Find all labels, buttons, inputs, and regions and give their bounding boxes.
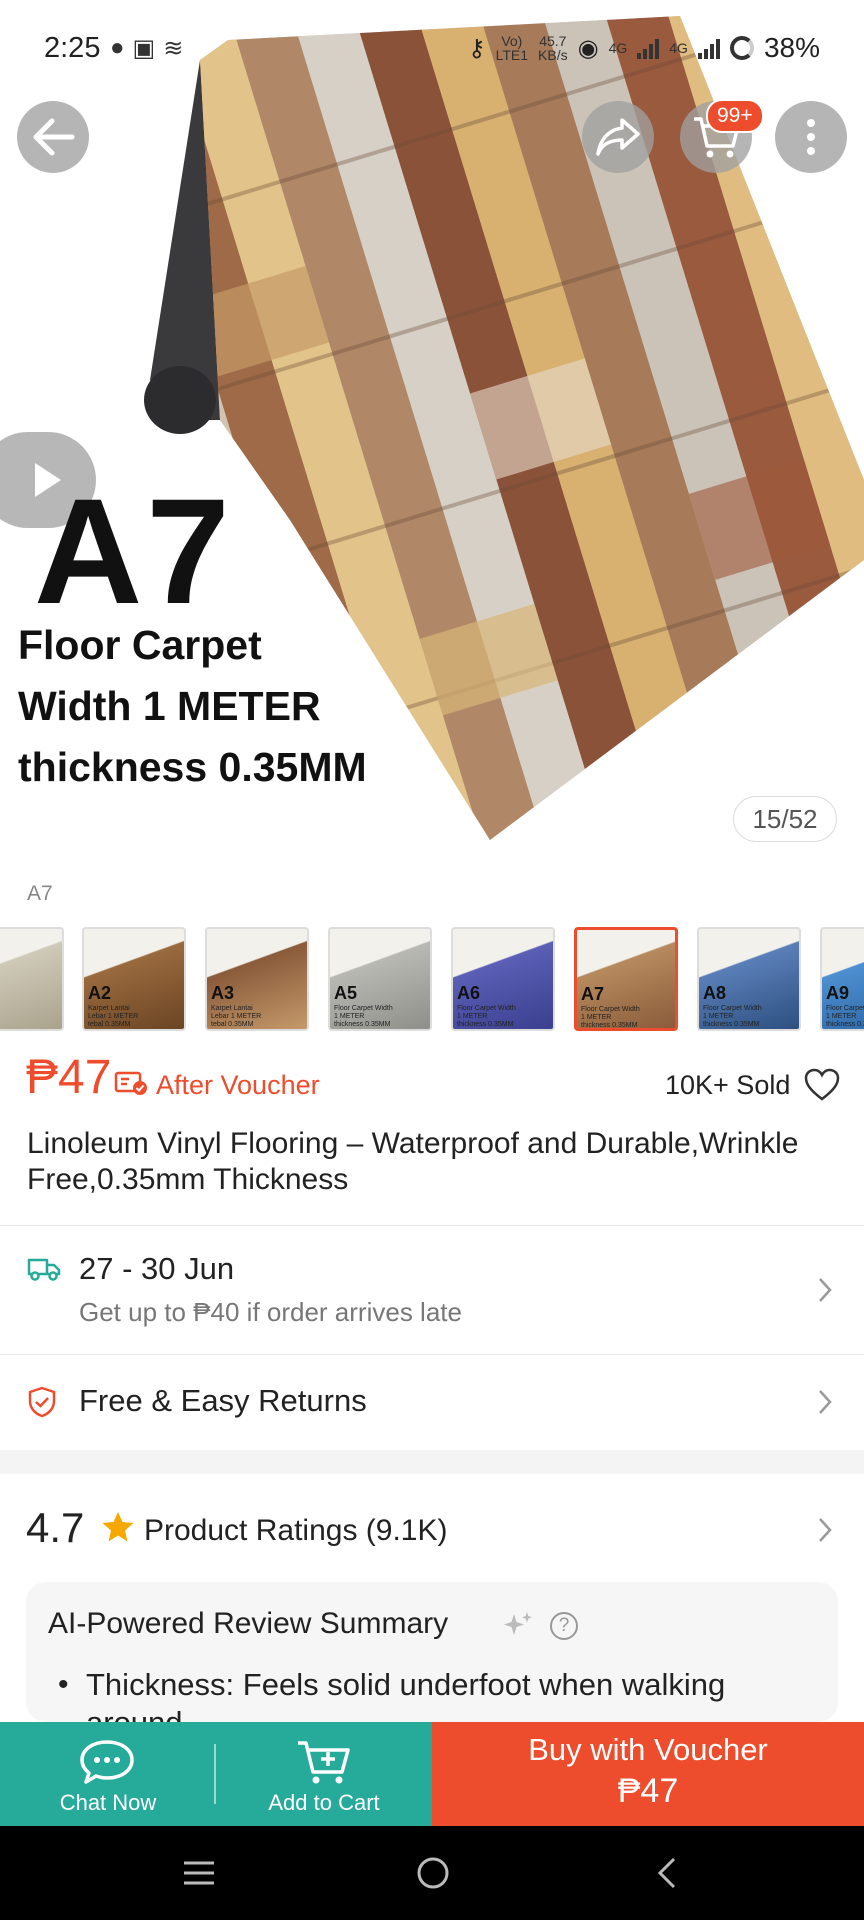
returns-policy-row[interactable]: Free & Easy Returns xyxy=(0,1355,864,1449)
after-voucher-label: After Voucher xyxy=(156,1070,320,1100)
back-arrow-icon xyxy=(33,118,75,156)
cart-count-badge: 99+ xyxy=(706,99,764,133)
variant-code: A8 xyxy=(703,983,727,1003)
share-button[interactable] xyxy=(582,101,654,173)
bullet: • xyxy=(58,1668,69,1701)
more-vert-icon xyxy=(807,119,815,155)
status-time: 2:25 xyxy=(44,32,101,64)
add-to-cart-label: Add to Cart xyxy=(268,1790,380,1815)
variant-thumbnail[interactable]: A3 Karpet Lantai Lebar 1 METER tebal 0.35… xyxy=(205,927,309,1031)
status-indicators: ⚷ Vo) LTE1 45.7 KB/s ◉ 4G 4G 38% xyxy=(468,32,820,64)
battery-icon xyxy=(729,36,754,60)
variant-selector: A2 Karpet Lantai Lebar 1 METER tebal 0.35… xyxy=(0,927,864,1031)
ratings-label: Product Ratings (9.1K) xyxy=(144,1514,448,1547)
add-to-cart-button[interactable]: Add to Cart xyxy=(216,1722,432,1826)
back-button[interactable] xyxy=(17,101,89,173)
battery-percent: 38% xyxy=(763,32,820,63)
help-icon[interactable]: ? xyxy=(550,1612,578,1640)
summary-point: Thickness: Feels solid underfoot when wa… xyxy=(86,1667,726,1722)
variant-caption: Floor Carpet Width 1 METER thickness 0.3… xyxy=(826,1005,864,1028)
notification-icons: ● ▣ ≋ xyxy=(110,34,183,63)
variant-code: A9 xyxy=(826,983,850,1003)
network-speed: 45.7 KB/s xyxy=(538,33,568,63)
variant-code: A6 xyxy=(457,983,481,1003)
nav-back-icon[interactable] xyxy=(654,1856,678,1890)
voucher-icon xyxy=(114,1071,147,1095)
app-notification-icon: ≋ xyxy=(163,35,184,62)
image-counter: 15/52 xyxy=(733,796,837,842)
signal-icon-1 xyxy=(637,37,660,59)
chevron-right-icon xyxy=(819,1278,832,1302)
key-icon: ⚷ xyxy=(468,34,486,62)
product-title: Linoleum Vinyl Flooring – Waterproof and… xyxy=(27,1127,799,1196)
variant-thumbnail[interactable]: A2 Karpet Lantai Lebar 1 METER tebal 0.35… xyxy=(82,927,186,1031)
hero-text-line-2: Width 1 METER xyxy=(18,683,321,729)
broadcast-icon: ▣ xyxy=(132,35,156,62)
chevron-right-icon xyxy=(819,1390,832,1414)
heart-icon[interactable] xyxy=(804,1068,840,1102)
buy-price: ₱47 xyxy=(617,1772,679,1810)
product-price: ₱47 xyxy=(26,1051,112,1104)
action-bar: Chat Now Add to Cart Buy with Voucher ₱4… xyxy=(0,1722,864,1826)
chat-now-button[interactable]: Chat Now xyxy=(0,1722,216,1826)
variant-thumbnail[interactable] xyxy=(0,927,64,1031)
hero-text-line-3: thickness 0.35MM xyxy=(18,744,367,790)
status-bar: 2:25 ● ▣ ≋ ⚷ Vo) LTE1 45.7 KB/s ◉ 4G 4G 38… xyxy=(0,0,864,100)
hero-text-line-1: Floor Carpet xyxy=(18,622,262,668)
shield-check-icon xyxy=(28,1386,56,1418)
variant-thumbnail[interactable]: A6 Floor Carpet Width 1 METER thickness 0… xyxy=(451,927,555,1031)
hotspot-icon: ◉ xyxy=(577,34,599,62)
share-icon xyxy=(596,118,640,156)
variant-thumbnail[interactable]: A9Floor Carpet Width 1 METER thickness 0… xyxy=(820,927,864,1031)
delivery-date-range: 27 - 30 Jun xyxy=(79,1251,235,1286)
product-page: 2:25 ● ▣ ≋ ⚷ Vo) LTE1 45.7 KB/s ◉ 4G 4G 38… xyxy=(0,0,864,1920)
system-navigation-bar xyxy=(0,1826,864,1920)
variant-code: A7 xyxy=(581,984,605,1004)
message-icon: ● xyxy=(110,34,125,61)
buy-label: Buy with Voucher xyxy=(528,1732,768,1767)
variant-caption: Floor Carpet Width 1 METER thickness 0.3… xyxy=(581,1006,640,1029)
variant-caption: Floor Carpet Width 1 METER thickness 0.3… xyxy=(703,1005,762,1028)
variant-caption: Karpet Lantai Lebar 1 METER tebal 0.35MM xyxy=(88,1005,139,1028)
volte-indicator: Vo) LTE1 xyxy=(495,33,529,63)
hero-variant-code: A7 xyxy=(34,467,234,635)
variant-thumbnail[interactable]: A8 Floor Carpet Width 1 METER thickness 0… xyxy=(697,927,801,1031)
variant-caption: Floor Carpet Width 1 METER thickness 0.3… xyxy=(334,1005,393,1028)
home-icon[interactable] xyxy=(416,1856,450,1890)
chat-now-label: Chat Now xyxy=(59,1790,157,1815)
menu-icon[interactable] xyxy=(182,1859,216,1887)
section-divider xyxy=(0,1450,864,1474)
add-cart-icon xyxy=(298,1741,350,1784)
ratings-row[interactable]: 4.7 Product Ratings (9.1K) xyxy=(0,1474,864,1584)
truck-icon xyxy=(27,1258,61,1281)
variant-caption: Floor Carpet Width 1 METER thickness 0.3… xyxy=(457,1005,516,1028)
selected-variant-label: A7 xyxy=(27,882,53,905)
delivery-info-row[interactable]: 27 - 30 Jun Get up to ₱40 if order arriv… xyxy=(0,1226,864,1354)
ai-summary-title: AI-Powered Review Summary xyxy=(48,1607,449,1640)
late-delivery-guarantee: Get up to ₱40 if order arrives late xyxy=(79,1297,462,1327)
rating-score: 4.7 xyxy=(26,1504,85,1551)
star-icon xyxy=(102,1512,134,1542)
chat-icon xyxy=(80,1740,134,1784)
variant-thumbnail[interactable]: A7 Floor Carpet Width 1 METER thickness 0… xyxy=(574,927,678,1031)
variant-code: A3 xyxy=(211,983,235,1003)
variant-code: A5 xyxy=(334,983,358,1003)
returns-label: Free & Easy Returns xyxy=(79,1383,367,1418)
more-options-button[interactable] xyxy=(775,101,847,173)
variant-thumbnail[interactable]: A5 Floor Carpet Width 1 METER thickness 0… xyxy=(328,927,432,1031)
buy-with-voucher-button[interactable]: Buy with Voucher ₱47 xyxy=(432,1722,864,1826)
variant-caption: Karpet Lantai Lebar 1 METER tebal 0.35MM xyxy=(211,1005,262,1028)
network-type-2: 4G xyxy=(669,40,688,56)
sparkle-icon xyxy=(504,1612,532,1635)
chevron-right-icon xyxy=(819,1518,832,1542)
sold-count: 10K+ Sold xyxy=(665,1070,791,1100)
product-image-carousel[interactable]: 2:25 ● ▣ ≋ ⚷ Vo) LTE1 45.7 KB/s ◉ 4G 4G 38… xyxy=(0,0,864,860)
network-type-1: 4G xyxy=(608,40,628,56)
variant-code: A2 xyxy=(88,983,112,1003)
ai-review-summary-card: AI-Powered Review Summary ? • Thickness:… xyxy=(26,1582,838,1722)
signal-icon-2 xyxy=(697,37,720,59)
